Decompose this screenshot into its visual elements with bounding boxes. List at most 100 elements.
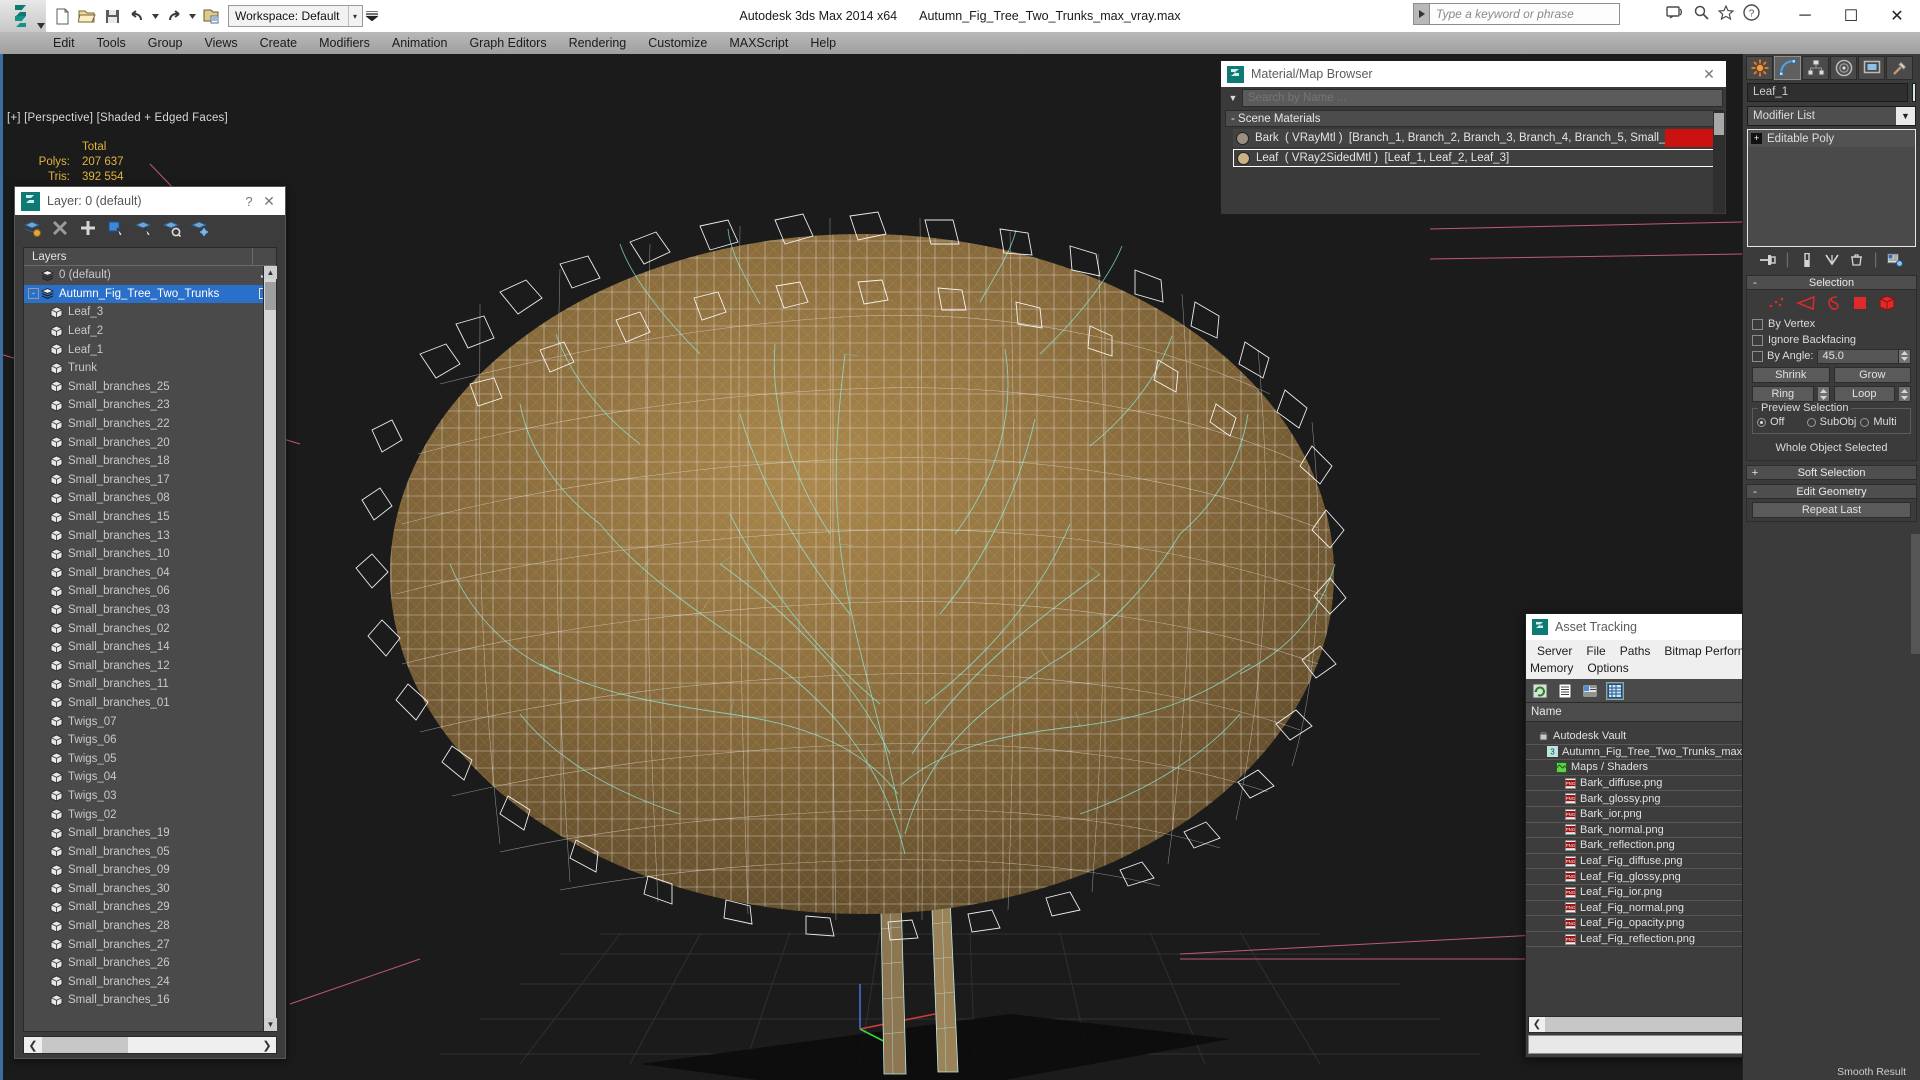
refresh-icon[interactable] (1531, 682, 1549, 700)
selection-rollout-toggle[interactable]: - (1747, 277, 1763, 289)
material-browser-titlebar[interactable]: Material/Map Browser ✕ (1221, 61, 1726, 87)
ignore-backfacing-row[interactable]: Ignore Backfacing (1752, 332, 1911, 348)
tab-motion[interactable] (1830, 56, 1857, 80)
modifier-list-dropdown[interactable]: Modifier List ▼ (1747, 106, 1916, 126)
qat-customize-icon[interactable] (364, 11, 380, 21)
help-circle-icon[interactable]: ? (1743, 4, 1760, 26)
by-vertex-row[interactable]: By Vertex (1752, 316, 1911, 332)
selection-rollout-header[interactable]: - Selection (1746, 275, 1917, 290)
menu-item-create[interactable]: Create (249, 32, 309, 54)
infocenter-search[interactable]: Type a keyword or phrase (1413, 3, 1620, 25)
favorites-star-icon[interactable] (1717, 4, 1735, 25)
layer-object-row[interactable]: Leaf_1 (24, 340, 276, 359)
redo-icon[interactable] (162, 4, 186, 28)
select-objects-in-layer-icon[interactable] (107, 219, 125, 237)
loop-spinner-arrows[interactable] (1899, 386, 1911, 402)
layer-dialog-help-button[interactable]: ? (239, 194, 259, 209)
project-folder-icon[interactable] (199, 4, 223, 28)
new-file-icon[interactable] (50, 4, 74, 28)
layer-manager-dialog[interactable]: Layer: 0 (default) ? ✕ Layers 0 (default… (14, 186, 286, 1059)
layer-dialog-close-button[interactable]: ✕ (259, 193, 279, 210)
edge-subobject-icon[interactable] (1795, 295, 1816, 316)
select-layer-by-object-icon[interactable] (135, 219, 153, 237)
menu-item-animation[interactable]: Animation (381, 32, 459, 54)
layer-object-row[interactable]: Twigs_05 (24, 749, 276, 768)
add-selection-to-layer-icon[interactable] (79, 219, 97, 237)
layer-object-row[interactable]: Small_branches_18 (24, 452, 276, 471)
layer-row[interactable]: - Autumn_Fig_Tree_Two_Trunks (24, 284, 276, 304)
vertex-subobject-icon[interactable] (1767, 295, 1787, 316)
command-panel-scrollbar[interactable] (1911, 534, 1920, 654)
set-current-layer-icon[interactable] (163, 219, 181, 237)
soft-selection-rollout-toggle[interactable]: + (1747, 467, 1763, 479)
layer-object-row[interactable]: Twigs_07 (24, 712, 276, 731)
layer-object-row[interactable]: Leaf_3 (24, 303, 276, 322)
modifier-stack-item[interactable]: + Editable Poly (1748, 130, 1915, 147)
scene-materials-list[interactable]: Bark ( VRayMtl ) [Branch_1, Branch_2, Br… (1221, 129, 1726, 167)
open-file-icon[interactable] (75, 4, 99, 28)
maximize-button[interactable]: ☐ (1828, 0, 1874, 32)
material-scrollbar-thumb[interactable] (1714, 113, 1724, 135)
tab-hierarchy[interactable] (1802, 56, 1829, 80)
layer-object-row[interactable]: Leaf_2 (24, 322, 276, 341)
object-color-swatch[interactable] (1912, 82, 1916, 102)
undo-icon[interactable] (125, 4, 149, 28)
layer-dialog-titlebar[interactable]: Layer: 0 (default) ? ✕ (15, 187, 285, 215)
layer-object-row[interactable]: Small_branches_17 (24, 471, 276, 490)
asset-menu-options[interactable]: Options (1580, 661, 1635, 675)
layer-object-row[interactable]: Small_branches_20 (24, 433, 276, 452)
layer-object-row[interactable]: Trunk (24, 359, 276, 378)
search-dropdown-icon[interactable] (1413, 3, 1430, 25)
layer-expander-icon[interactable]: - (28, 288, 39, 300)
grid-view-icon[interactable] (1606, 681, 1624, 700)
layer-object-row[interactable]: Small_branches_29 (24, 898, 276, 917)
material-browser-close-button[interactable]: ✕ (1698, 66, 1720, 83)
layer-list[interactable]: 0 (default)✓ - Autumn_Fig_Tree_Two_Trunks L… (24, 266, 276, 1031)
tab-create[interactable] (1746, 56, 1773, 80)
layer-object-row[interactable]: Small_branches_23 (24, 396, 276, 415)
layer-object-row[interactable]: Small_branches_08 (24, 489, 276, 508)
scroll-up-icon[interactable]: ▲ (264, 266, 277, 279)
menu-item-group[interactable]: Group (137, 32, 194, 54)
material-browser-scrollbar[interactable] (1713, 111, 1725, 213)
object-name-row[interactable] (1743, 81, 1920, 103)
menu-item-modifiers[interactable]: Modifiers (308, 32, 381, 54)
help-search-icon[interactable] (1694, 5, 1709, 25)
material-item[interactable]: Leaf ( VRay2SidedMtl ) [Leaf_1, Leaf_2, … (1233, 149, 1723, 167)
layer-object-row[interactable]: Small_branches_30 (24, 880, 276, 899)
layer-object-row[interactable]: Twigs_06 (24, 731, 276, 750)
pin-stack-icon[interactable] (1760, 252, 1777, 268)
show-end-result-icon[interactable] (1799, 252, 1815, 268)
menu-item-views[interactable]: Views (193, 32, 248, 54)
soft-selection-rollout-header[interactable]: + Soft Selection (1746, 465, 1917, 480)
hscroll-left-icon[interactable]: ❮ (24, 1039, 42, 1052)
rollout-edit-geometry[interactable]: - Edit Geometry Repeat Last (1746, 484, 1917, 522)
layer-object-row[interactable]: Small_branches_04 (24, 564, 276, 583)
by-angle-checkbox[interactable] (1752, 350, 1763, 362)
asset-menu-file[interactable]: File (1579, 644, 1612, 658)
material-browser-menu-icon[interactable]: ▼ (1224, 93, 1242, 103)
make-unique-icon[interactable] (1824, 252, 1840, 268)
command-panel[interactable]: Modifier List ▼ + Editable Poly | | (1742, 54, 1920, 1080)
scene-materials-section-header[interactable]: - Scene Materials (1225, 110, 1723, 127)
undo-dropdown-icon[interactable] (150, 4, 161, 28)
ring-spinner-arrows[interactable] (1817, 386, 1830, 402)
layer-object-row[interactable]: Small_branches_28 (24, 917, 276, 936)
layer-object-row[interactable]: Small_branches_10 (24, 545, 276, 564)
menu-item-help[interactable]: Help (799, 32, 847, 54)
application-menu-button[interactable] (0, 0, 46, 32)
save-file-icon[interactable] (100, 4, 124, 28)
redo-dropdown-icon[interactable] (187, 4, 198, 28)
material-map-browser[interactable]: Material/Map Browser ✕ ▼ - Scene Materia… (1220, 60, 1727, 215)
rollout-selection[interactable]: - Selection By Vertex Ignore Backfacing … (1746, 275, 1917, 461)
menu-item-customize[interactable]: Customize (637, 32, 718, 54)
layer-object-row[interactable]: Small_branches_01 (24, 694, 276, 713)
menu-item-maxscript[interactable]: MAXScript (718, 32, 799, 54)
by-angle-spinner[interactable]: 45.0 (1817, 348, 1911, 364)
workspace-chevron-icon[interactable]: ▾ (347, 6, 362, 26)
stack-expander-icon[interactable]: + (1751, 133, 1762, 144)
loop-button[interactable]: Loop (1833, 386, 1895, 402)
layer-object-row[interactable]: Small_branches_19 (24, 824, 276, 843)
menu-item-tools[interactable]: Tools (86, 32, 137, 54)
layer-object-row[interactable]: Small_branches_26 (24, 954, 276, 973)
